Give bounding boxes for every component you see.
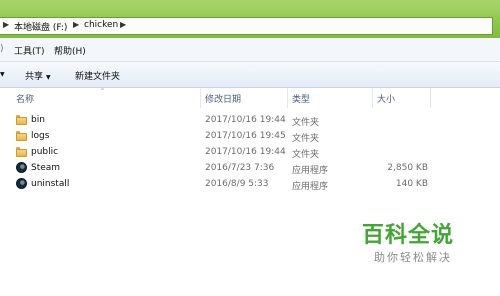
breadcrumb-drive[interactable]: 本地磁盘 (F:) (14, 20, 67, 33)
column-divider[interactable] (430, 88, 431, 108)
file-modified: 2016/7/23 7:36 (205, 163, 275, 173)
column-divider[interactable] (372, 88, 373, 108)
file-row[interactable]: Steam 2016/7/23 7:36 应用程序 2,850 KB (0, 161, 500, 177)
new-folder-button[interactable]: 新建文件夹 (75, 69, 120, 82)
chevron-down-icon: ▼ (46, 74, 51, 81)
file-modified: 2016/8/9 5:33 (205, 179, 269, 189)
breadcrumb-arrow-icon[interactable]: ▶ (3, 20, 9, 29)
column-header-modified[interactable]: 修改日期 (205, 92, 241, 105)
menu-bar: ) 工具(T) 帮助(H) (0, 39, 500, 62)
steam-icon (16, 178, 27, 189)
file-type: 应用程序 (292, 182, 329, 192)
breadcrumb-arrow-icon[interactable]: ▶ (120, 20, 126, 29)
column-header-name[interactable]: 名称 (16, 92, 34, 105)
sort-caret-icon: ^ (100, 88, 106, 95)
address-bar[interactable]: ▶ 本地磁盘 (F:) ▶ chicken ▶ (0, 17, 493, 35)
share-label: 共享 (25, 72, 44, 82)
file-type: 文件夹 (292, 118, 320, 128)
breadcrumb-folder[interactable]: chicken (84, 20, 118, 30)
file-name: bin (31, 115, 45, 125)
file-modified: 2017/10/16 19:44 (205, 115, 286, 125)
folder-icon (16, 131, 27, 141)
menu-item-help[interactable]: 帮助(H) (54, 44, 86, 57)
file-size: 2,850 KB (387, 163, 428, 173)
share-button[interactable]: 共享 ▼ (25, 69, 51, 82)
column-header-size[interactable]: 大小 (377, 92, 395, 105)
file-modified: 2017/10/16 19:44 (205, 147, 286, 157)
command-toolbar: ▼ 共享 ▼ 新建文件夹 (0, 62, 500, 88)
column-headers: ^ 名称 修改日期 类型 大小 (0, 88, 500, 108)
file-modified: 2017/10/16 19:45 (205, 131, 286, 141)
breadcrumb-arrow-icon[interactable]: ▶ (73, 20, 79, 29)
file-row[interactable]: uninstall 2016/8/9 5:33 应用程序 140 KB (0, 177, 500, 193)
folder-icon (16, 147, 27, 157)
file-type: 文件夹 (292, 150, 320, 160)
column-divider[interactable] (287, 88, 288, 108)
folder-icon (16, 115, 27, 125)
file-size: 140 KB (395, 179, 428, 189)
file-name: Steam (31, 163, 61, 173)
file-type: 文件夹 (292, 134, 320, 144)
menu-item-partial[interactable]: ) (0, 44, 4, 54)
watermark-title: 百科全说 (362, 223, 455, 248)
menu-item-tools[interactable]: 工具(T) (14, 44, 45, 57)
watermark-subtitle: 助你轻松解决 (374, 251, 452, 264)
address-bar-area: ▶ 本地磁盘 (F:) ▶ chicken ▶ (0, 0, 500, 38)
watermark: 百科全说 助你轻松解决 (348, 213, 468, 273)
toolbar-caret-icon[interactable]: ▼ (0, 69, 5, 79)
steam-icon (16, 162, 27, 173)
file-name: public (31, 147, 59, 157)
file-type: 应用程序 (292, 166, 329, 176)
file-name: logs (31, 131, 50, 141)
file-row[interactable]: logs 2017/10/16 19:45 文件夹 (0, 129, 500, 145)
file-name: uninstall (31, 179, 70, 189)
column-header-type[interactable]: 类型 (292, 92, 310, 105)
column-divider[interactable] (200, 88, 201, 108)
file-row[interactable]: public 2017/10/16 19:44 文件夹 (0, 145, 500, 161)
file-row[interactable]: bin 2017/10/16 19:44 文件夹 (0, 113, 500, 129)
